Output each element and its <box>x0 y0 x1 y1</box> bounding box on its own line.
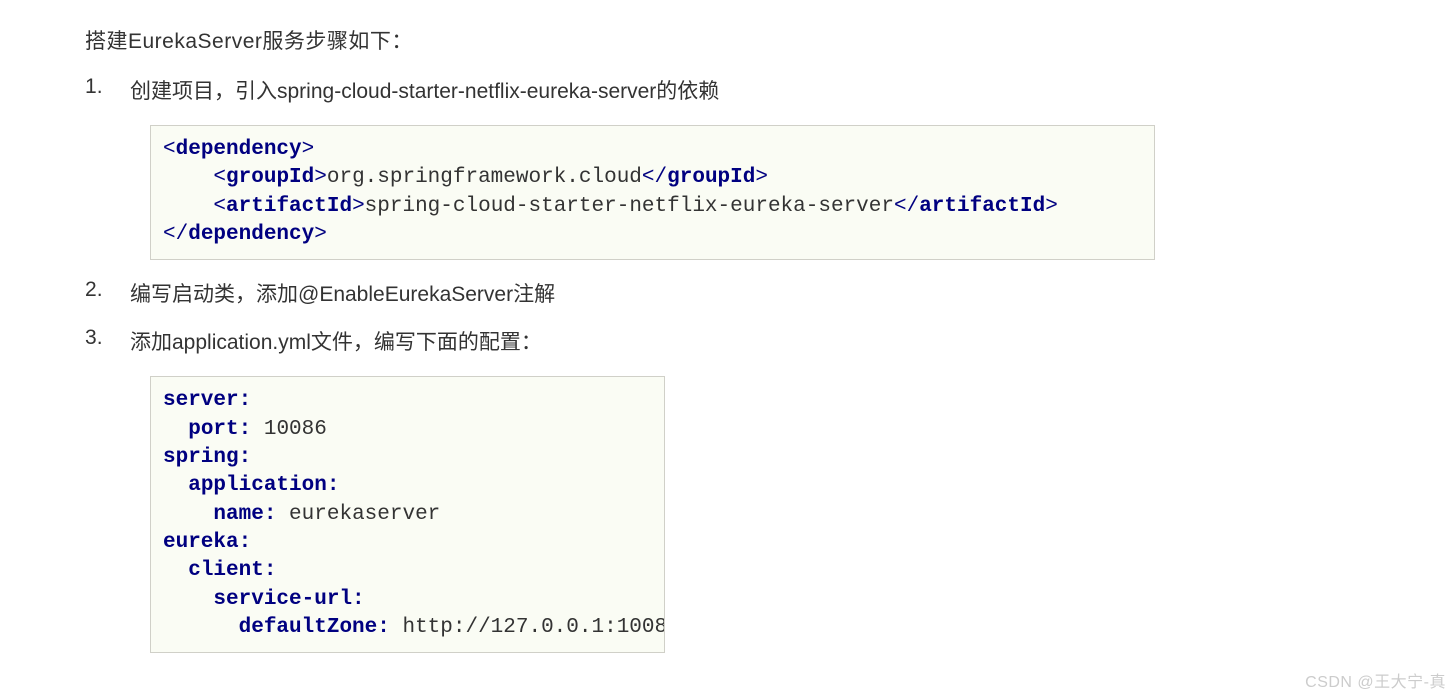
yaml-client-key: client <box>188 559 264 582</box>
xml-bracket: > <box>302 138 315 161</box>
step-2-text: 编写启动类，添加@EnableEurekaServer注解 <box>130 283 555 306</box>
step-2: 编写启动类，添加@EnableEurekaServer注解 <box>85 278 1369 308</box>
xml-bracket: </ <box>642 166 667 189</box>
xml-bracket: > <box>314 223 327 246</box>
yaml-port-key: port <box>188 418 238 441</box>
yaml-defaultzone-value: http://127.0.0.1:10086/eureka/ <box>390 616 665 639</box>
xml-bracket: > <box>1045 195 1058 218</box>
step-3-text: 添加application.yml文件，编写下面的配置： <box>130 331 542 354</box>
yaml-colon: : <box>377 616 390 639</box>
step-3: 添加application.yml文件，编写下面的配置： server: por… <box>85 326 1369 653</box>
yaml-spring-key: spring <box>163 446 239 469</box>
yaml-colon: : <box>264 503 277 526</box>
xml-bracket: > <box>352 195 365 218</box>
xml-code-block: <dependency> <groupId>org.springframewor… <box>150 125 1155 260</box>
xml-artifactid-value: spring-cloud-starter-netflix-eureka-serv… <box>365 195 894 218</box>
xml-bracket: < <box>213 166 226 189</box>
watermark: CSDN @王大宁-真 <box>1305 668 1446 692</box>
xml-bracket: < <box>163 138 176 161</box>
steps-list: 创建项目，引入spring-cloud-starter-netflix-eure… <box>85 75 1369 653</box>
xml-bracket: > <box>755 166 768 189</box>
yaml-defaultzone-key: defaultZone <box>239 616 378 639</box>
yaml-colon: : <box>239 446 252 469</box>
yaml-name-value: eurekaserver <box>276 503 440 526</box>
yaml-application-key: application <box>188 474 327 497</box>
xml-dependency-open: dependency <box>176 138 302 161</box>
step-1: 创建项目，引入spring-cloud-starter-netflix-eure… <box>85 75 1369 260</box>
xml-artifactid-close: artifactId <box>919 195 1045 218</box>
xml-groupid-value: org.springframework.cloud <box>327 166 642 189</box>
yaml-port-value: 10086 <box>251 418 327 441</box>
xml-bracket: > <box>314 166 327 189</box>
xml-groupid-close: groupId <box>667 166 755 189</box>
intro-text: 搭建EurekaServer服务步骤如下： <box>85 25 1369 55</box>
xml-groupid-open: groupId <box>226 166 314 189</box>
yaml-serviceurl-key: service-url <box>213 588 352 611</box>
xml-bracket: < <box>213 195 226 218</box>
xml-bracket: </ <box>163 223 188 246</box>
yaml-code-block: server: port: 10086 spring: application:… <box>150 376 665 653</box>
yaml-server-key: server <box>163 389 239 412</box>
yaml-colon: : <box>239 389 252 412</box>
yaml-colon: : <box>239 531 252 554</box>
step-1-text: 创建项目，引入spring-cloud-starter-netflix-eure… <box>130 80 719 103</box>
xml-dependency-close: dependency <box>188 223 314 246</box>
yaml-colon: : <box>239 418 252 441</box>
yaml-colon: : <box>327 474 340 497</box>
yaml-colon: : <box>352 588 365 611</box>
xml-artifactid-open: artifactId <box>226 195 352 218</box>
yaml-name-key: name <box>213 503 263 526</box>
xml-bracket: </ <box>894 195 919 218</box>
yaml-eureka-key: eureka <box>163 531 239 554</box>
yaml-colon: : <box>264 559 277 582</box>
